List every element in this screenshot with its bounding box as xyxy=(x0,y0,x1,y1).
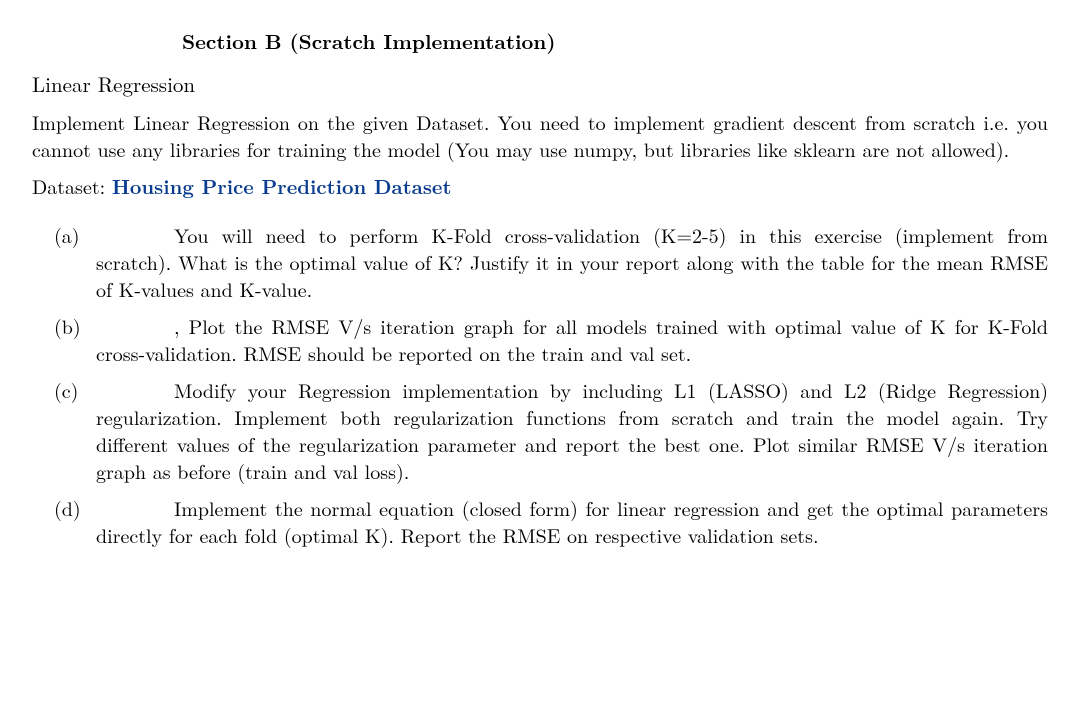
question-item-a: (a)You will need to perform K-Fold cross… xyxy=(54,221,1048,302)
question-list: (a)You will need to perform K-Fold cross… xyxy=(54,221,1048,548)
item-marker-b: (b) xyxy=(54,312,94,339)
item-marker-d: (d) xyxy=(54,494,94,521)
item-text-c: Modify your Regression implementation by… xyxy=(96,375,1048,485)
item-marker-a: (a) xyxy=(54,221,94,248)
dataset-label: Dataset: xyxy=(32,171,112,200)
dataset-line: Dataset: Housing Price Prediction Datase… xyxy=(32,172,1048,199)
dataset-link[interactable]: Housing Price Prediction Dataset xyxy=(112,171,452,200)
section-title: Section B (Scratch Implementation) xyxy=(182,28,1048,56)
item-lead-b: , xyxy=(174,311,189,340)
item-marker-c: (c) xyxy=(54,376,94,403)
question-item-d: (d)Implement the normal equation (closed… xyxy=(54,494,1048,548)
subtitle-linear-regression: Linear Regression xyxy=(32,70,1048,98)
item-text-b: Plot the RMSE V/s iteration graph for al… xyxy=(96,311,1048,367)
item-text-a: You will need to perform K-Fold cross-va… xyxy=(96,220,1048,303)
question-item-c: (c)Modify your Regression implementation… xyxy=(54,376,1048,484)
item-text-d: Implement the normal equation (closed fo… xyxy=(96,493,1048,549)
question-item-b: (b), Plot the RMSE V/s iteration graph f… xyxy=(54,312,1048,366)
intro-paragraph: Implement Linear Regression on the given… xyxy=(32,108,1048,162)
